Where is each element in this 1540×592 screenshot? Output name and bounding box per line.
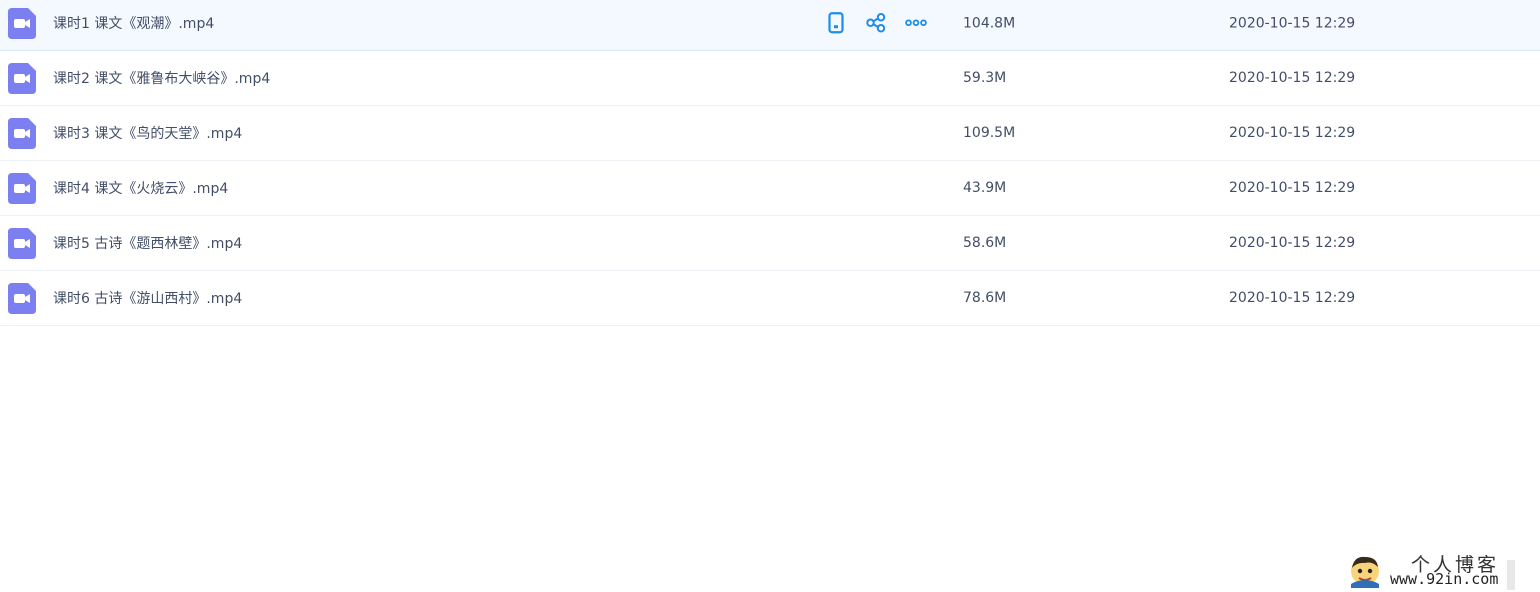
- file-row[interactable]: 课时3 课文《鸟的天堂》.mp4 109.5M 2020-10-15 12:29: [0, 106, 1540, 161]
- file-name[interactable]: 课时6 古诗《游山西村》.mp4: [53, 288, 242, 308]
- row-actions: [822, 9, 942, 37]
- more-icon: [905, 19, 927, 27]
- file-list: 课时1 课文《观潮》.mp4 104.8M 2020-10-15 12:29 课…: [0, 0, 1540, 326]
- file-row[interactable]: 课时5 古诗《题西林壁》.mp4 58.6M 2020-10-15 12:29: [0, 216, 1540, 271]
- phone-icon: [828, 12, 844, 34]
- file-row[interactable]: 课时2 课文《雅鲁布大峡谷》.mp4 59.3M 2020-10-15 12:2…: [0, 51, 1540, 106]
- file-name[interactable]: 课时1 课文《观潮》.mp4: [53, 13, 214, 33]
- watermark-url: www.92in.com: [1390, 570, 1499, 588]
- file-name[interactable]: 课时3 课文《鸟的天堂》.mp4: [53, 123, 242, 143]
- file-date: 2020-10-15 12:29: [1229, 125, 1356, 141]
- file-row[interactable]: 课时1 课文《观潮》.mp4 104.8M 2020-10-15 12:29: [0, 0, 1540, 51]
- watermark-divider: [1507, 560, 1515, 590]
- share-button[interactable]: [862, 9, 890, 37]
- file-size: 43.9M: [963, 180, 1007, 196]
- share-icon: [866, 13, 886, 33]
- video-file-icon: [8, 173, 36, 204]
- file-size: 59.3M: [963, 70, 1007, 86]
- file-date: 2020-10-15 12:29: [1229, 290, 1356, 306]
- video-file-icon: [8, 228, 36, 259]
- file-row[interactable]: 课时6 古诗《游山西村》.mp4 78.6M 2020-10-15 12:29: [0, 271, 1540, 326]
- watermark: 个人博客 www.92in.com: [1345, 548, 1535, 590]
- file-date: 2020-10-15 12:29: [1229, 235, 1356, 251]
- file-size: 58.6M: [963, 235, 1007, 251]
- more-button[interactable]: [902, 9, 930, 37]
- video-file-icon: [8, 118, 36, 149]
- video-file-icon: [8, 63, 36, 94]
- file-name[interactable]: 课时2 课文《雅鲁布大峡谷》.mp4: [53, 68, 270, 88]
- file-name[interactable]: 课时5 古诗《题西林壁》.mp4: [53, 233, 242, 253]
- file-size: 78.6M: [963, 290, 1007, 306]
- file-size: 104.8M: [963, 15, 1016, 32]
- file-row[interactable]: 课时4 课文《火烧云》.mp4 43.9M 2020-10-15 12:29: [0, 161, 1540, 216]
- video-file-icon: [8, 8, 36, 39]
- file-size: 109.5M: [963, 125, 1016, 141]
- file-date: 2020-10-15 12:29: [1229, 70, 1356, 86]
- phone-button[interactable]: [822, 9, 850, 37]
- file-name[interactable]: 课时4 课文《火烧云》.mp4: [53, 178, 228, 198]
- video-file-icon: [8, 283, 36, 314]
- file-date: 2020-10-15 12:29: [1229, 180, 1356, 196]
- mascot-logo: [1351, 556, 1379, 588]
- file-date: 2020-10-15 12:29: [1229, 15, 1356, 32]
